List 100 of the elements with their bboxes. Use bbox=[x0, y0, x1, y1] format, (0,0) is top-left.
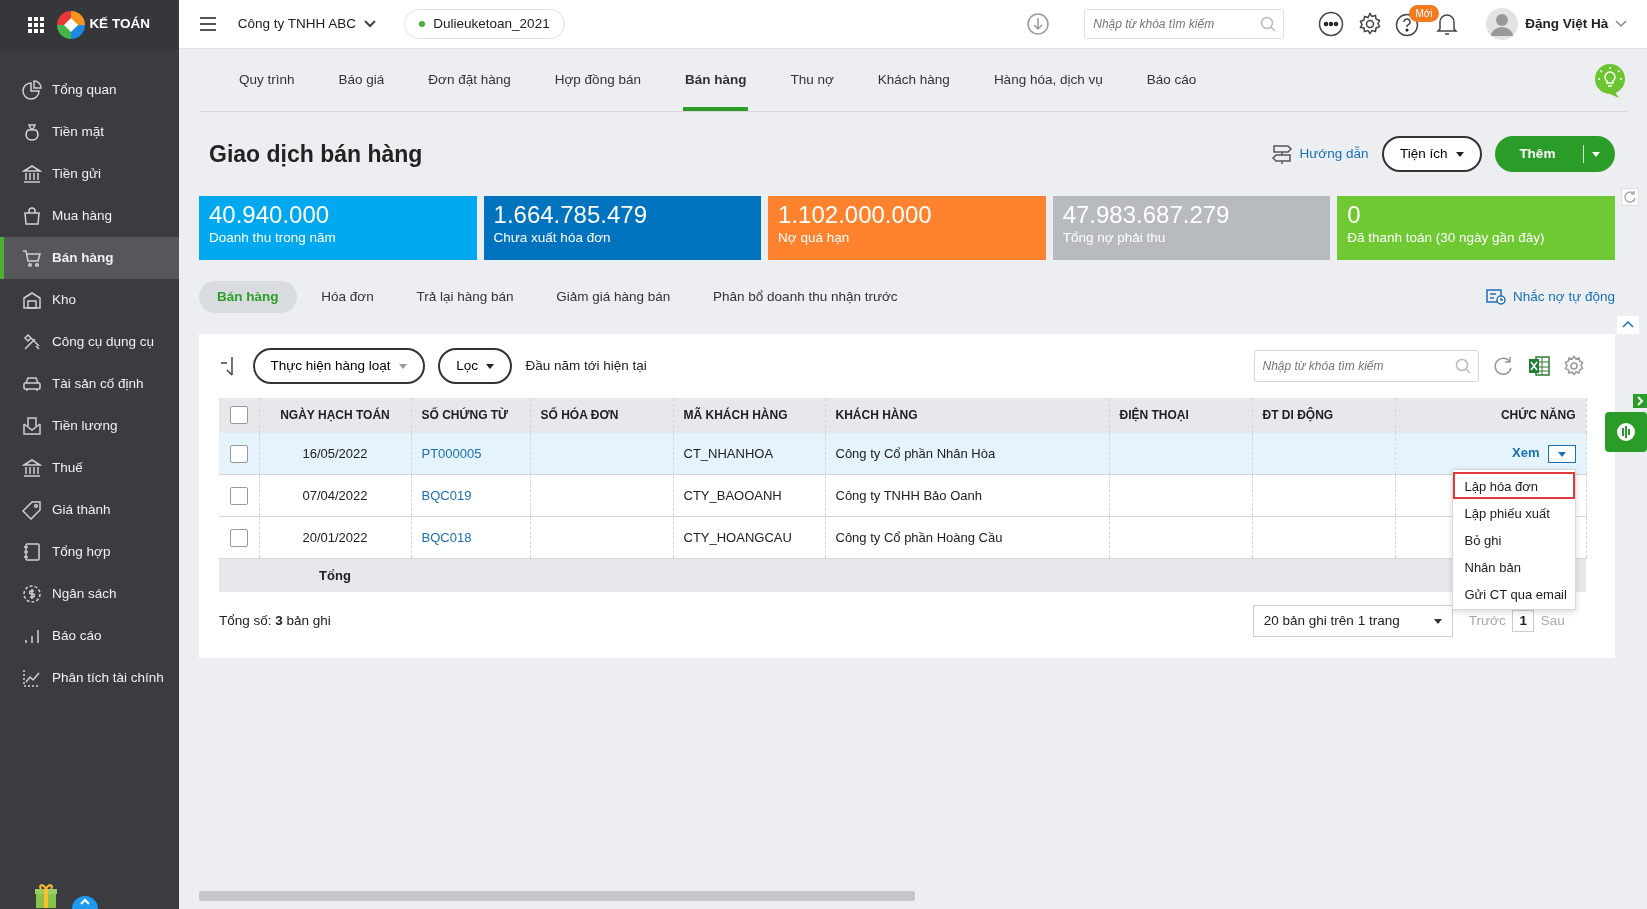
column-header: KHÁCH HÀNG bbox=[825, 397, 1109, 433]
notebook-icon bbox=[22, 542, 42, 562]
sub-tab[interactable]: Phân bổ doanh thu nhận trước bbox=[695, 280, 916, 314]
sidebar-item[interactable]: Giá thành bbox=[0, 489, 179, 531]
module-tab[interactable]: Báo giá bbox=[336, 49, 387, 111]
bell-icon[interactable] bbox=[1434, 11, 1459, 37]
module-tab[interactable]: Báo cáo bbox=[1144, 49, 1199, 111]
voucher-link[interactable]: BQC018 bbox=[421, 529, 472, 545]
view-link[interactable]: Xem bbox=[1512, 445, 1540, 461]
kpi-label: Chưa xuất hóa đơn bbox=[493, 229, 612, 248]
kpi-card[interactable]: 1.664.785.479 Chưa xuất hóa đơn bbox=[483, 196, 762, 260]
bank-icon bbox=[22, 164, 42, 184]
utility-button[interactable]: Tiện ích bbox=[1381, 136, 1482, 172]
menu-item[interactable]: Gửi CT qua email bbox=[1452, 579, 1575, 607]
excel-icon[interactable] bbox=[1527, 355, 1550, 377]
scrollbar[interactable] bbox=[199, 891, 915, 901]
add-button[interactable]: Thêm bbox=[1495, 136, 1615, 172]
module-tab[interactable]: Đơn đặt hàng bbox=[426, 49, 513, 111]
reminder-icon[interactable] bbox=[1486, 289, 1507, 305]
column-header: NGÀY HẠCH TOÁN bbox=[259, 397, 411, 433]
apps-icon[interactable] bbox=[28, 16, 44, 33]
gift-icon[interactable] bbox=[34, 883, 58, 909]
scroll-up-button[interactable] bbox=[71, 894, 98, 909]
sidebar-item[interactable]: Thuế bbox=[0, 447, 179, 489]
module-tab[interactable]: Thu nợ bbox=[788, 49, 836, 111]
row-checkbox[interactable] bbox=[229, 445, 248, 464]
menu-item[interactable]: Bỏ ghi bbox=[1452, 525, 1575, 553]
bank-icon bbox=[22, 458, 42, 478]
more-icon[interactable] bbox=[1318, 11, 1345, 37]
warehouse-icon bbox=[22, 290, 42, 310]
bulk-action-button[interactable]: Thực hiện hàng loạt bbox=[252, 348, 425, 384]
sidebar-item[interactable]: Tiền mặt bbox=[0, 111, 179, 153]
signpost-icon bbox=[1270, 143, 1293, 165]
search-icon bbox=[1260, 16, 1277, 32]
chevron-down-icon bbox=[1615, 20, 1627, 28]
module-tab[interactable]: Hàng hóa, dịch vụ bbox=[991, 49, 1105, 111]
menu-icon[interactable] bbox=[199, 16, 217, 32]
sidebar-item[interactable]: Phân tích tài chính bbox=[0, 657, 179, 699]
table-cell: Công ty TNHH Bảo Oanh bbox=[835, 487, 982, 503]
column-header: SỐ CHỨNG TỪ bbox=[411, 397, 530, 433]
expand-icon[interactable] bbox=[1633, 394, 1647, 408]
sidebar-item[interactable]: Ngân sách bbox=[0, 573, 179, 615]
select-all-checkbox[interactable] bbox=[229, 406, 248, 425]
total-label: Tổng bbox=[319, 567, 351, 583]
guide-link[interactable]: Hướng dẫn bbox=[1299, 143, 1369, 165]
kpi-label: Tổng nợ phải thu bbox=[1062, 229, 1167, 248]
sub-tab[interactable]: Hóa đơn bbox=[303, 280, 392, 314]
sidebar-item[interactable]: Tổng quan bbox=[0, 69, 179, 111]
column-header: SỐ HÓA ĐƠN bbox=[530, 397, 673, 433]
column-header: ĐIỆN THOẠI bbox=[1109, 397, 1252, 433]
module-tab[interactable]: Hợp đồng bán bbox=[552, 49, 643, 111]
menu-item[interactable]: Lập hóa đơn bbox=[1452, 471, 1575, 499]
new-badge: Mới bbox=[1409, 5, 1439, 22]
row-menu-button[interactable] bbox=[1547, 445, 1576, 464]
sidebar-item[interactable]: Tài sản cố định bbox=[0, 363, 179, 405]
search-field[interactable]: Nhập từ khóa tìm kiếm bbox=[1253, 350, 1479, 382]
sub-tab[interactable]: Trả lại hàng bán bbox=[398, 280, 532, 314]
sidebar-item[interactable]: Bán hàng bbox=[0, 237, 179, 279]
page-size-select[interactable]: 20 bản ghi trên 1 trang bbox=[1252, 605, 1453, 637]
period-label: Đầu năm tới hiện tại bbox=[525, 356, 647, 375]
record-count: Tổng số: 3 bản ghi bbox=[219, 611, 332, 630]
voucher-link[interactable]: PT000005 bbox=[421, 445, 482, 461]
chevron-down-icon bbox=[362, 19, 377, 29]
column-header: CHỨC NĂNG bbox=[1395, 397, 1586, 433]
filter-button[interactable]: Lọc bbox=[438, 348, 512, 384]
sidebar-item[interactable]: Mua hàng bbox=[0, 195, 179, 237]
chat-widget-icon[interactable] bbox=[1605, 410, 1647, 454]
table-cell: CTY_HOANGCAU bbox=[683, 529, 792, 545]
search-field[interactable]: Nhập từ khóa tìm kiếm bbox=[1084, 9, 1285, 39]
download-icon[interactable] bbox=[1025, 12, 1050, 36]
logo-icon bbox=[56, 9, 86, 40]
page-title: Giao dịch bán hàng bbox=[208, 139, 424, 169]
kpi-value: 1.664.785.479 bbox=[493, 202, 649, 229]
caret-icon bbox=[1557, 451, 1566, 457]
sidebar-item[interactable]: Tổng hợp bbox=[0, 531, 179, 573]
row-checkbox[interactable] bbox=[229, 487, 248, 506]
sidebar-item[interactable]: Kho bbox=[0, 279, 179, 321]
table-cell: 16/05/2022 bbox=[302, 445, 368, 461]
user-menu[interactable]: Đặng Việt Hà bbox=[1486, 8, 1627, 40]
search-icon bbox=[1454, 358, 1471, 374]
sidebar-item[interactable]: Báo cáo bbox=[0, 615, 179, 657]
company-selector[interactable]: Công ty TNHH ABC bbox=[237, 13, 377, 35]
refresh-icon[interactable] bbox=[1492, 355, 1514, 377]
collapse-button[interactable] bbox=[1617, 316, 1639, 334]
voucher-link[interactable]: BQC019 bbox=[421, 487, 472, 503]
sidebar-item[interactable]: Công cụ dụng cụ bbox=[0, 321, 179, 363]
module-tab[interactable]: Khách hàng bbox=[875, 49, 952, 111]
sidebar-item[interactable]: Tiền gửi bbox=[0, 153, 179, 195]
cart-icon bbox=[22, 248, 42, 268]
module-tab[interactable]: Quy trình bbox=[237, 49, 297, 111]
kpi-value: 47.983.687.279 bbox=[1062, 202, 1231, 229]
module-tab[interactable]: Bán hàng bbox=[682, 49, 749, 111]
row-checkbox[interactable] bbox=[229, 529, 248, 548]
sidebar-item[interactable]: Tiền lương bbox=[0, 405, 179, 447]
reminder-link[interactable]: Nhắc nợ tự động bbox=[1513, 286, 1615, 308]
kpi-label: Đã thanh toán (30 ngày gần đây) bbox=[1347, 229, 1546, 248]
dollar-circle-icon bbox=[22, 584, 42, 604]
settings-icon[interactable] bbox=[1357, 12, 1382, 36]
page-number[interactable]: 1 bbox=[1512, 609, 1534, 633]
sub-tab[interactable]: Giảm giá hàng bán bbox=[538, 280, 689, 314]
